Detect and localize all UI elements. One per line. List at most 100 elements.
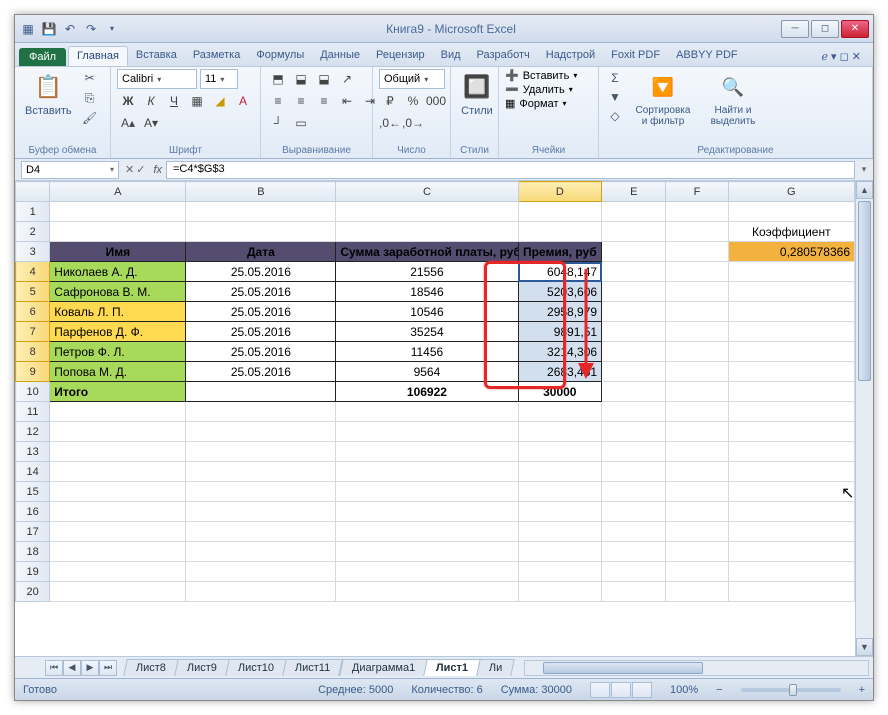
cell[interactable] — [186, 562, 336, 582]
formula-input[interactable]: =C4*$G$3 — [166, 161, 855, 179]
save-icon[interactable]: 💾 — [40, 20, 58, 38]
cell[interactable] — [336, 582, 518, 602]
cell[interactable] — [518, 222, 602, 242]
scroll-down-icon[interactable]: ▼ — [856, 638, 873, 656]
file-tab[interactable]: Файл — [19, 48, 66, 66]
autosum-icon[interactable]: Σ — [605, 69, 625, 87]
cell[interactable] — [602, 302, 666, 322]
cell[interactable] — [666, 502, 728, 522]
bold-button[interactable]: Ж — [117, 91, 139, 111]
cell[interactable] — [50, 522, 186, 542]
cell[interactable] — [518, 502, 602, 522]
cell[interactable] — [728, 482, 854, 502]
ribbon-tab-2[interactable]: Разметка — [185, 46, 249, 66]
cell[interactable] — [728, 402, 854, 422]
tab-nav-prev[interactable]: ◀ — [63, 660, 81, 676]
cell[interactable] — [518, 562, 602, 582]
row-header[interactable]: 12 — [16, 422, 50, 442]
maximize-button[interactable]: ◻ — [811, 20, 839, 38]
cell[interactable]: Премия, руб — [518, 242, 602, 262]
fill-color-button[interactable]: ◢ — [209, 91, 231, 111]
cell[interactable] — [50, 202, 186, 222]
cell[interactable]: 25.05.2016 — [186, 262, 336, 282]
row-header[interactable]: 4 — [16, 262, 50, 282]
cell[interactable]: Имя — [50, 242, 186, 262]
cell[interactable] — [666, 302, 728, 322]
zoom-level[interactable]: 100% — [670, 684, 698, 696]
spreadsheet-grid[interactable]: ABCDEFG12Коэффициент3ИмяДатаСумма зарабо… — [15, 181, 855, 602]
wrap-text-icon[interactable]: ┘ — [267, 113, 289, 133]
ribbon-tab-10[interactable]: ABBYY PDF — [668, 46, 746, 66]
cell[interactable]: Дата — [186, 242, 336, 262]
vertical-scrollbar[interactable]: ▲ ▼ — [855, 181, 873, 656]
cell[interactable] — [518, 422, 602, 442]
cell[interactable] — [518, 482, 602, 502]
cell[interactable]: Коэффициент — [728, 222, 854, 242]
row-header[interactable]: 1 — [16, 202, 50, 222]
row-header[interactable]: 9 — [16, 362, 50, 382]
tab-nav-first[interactable]: ⏮ — [45, 660, 63, 676]
tab-nav-last[interactable]: ⏭ — [99, 660, 117, 676]
align-left-icon[interactable]: ≡ — [267, 91, 289, 111]
cell[interactable] — [518, 202, 602, 222]
cell[interactable]: 35254 — [336, 322, 518, 342]
cell[interactable]: 2958,979 — [518, 302, 602, 322]
cell[interactable]: 25.05.2016 — [186, 322, 336, 342]
cell[interactable] — [666, 322, 728, 342]
cancel-formula-icon[interactable]: ✕ — [125, 163, 134, 176]
cell[interactable]: 9564 — [336, 362, 518, 382]
decrease-font-icon[interactable]: A▾ — [140, 113, 162, 133]
row-header[interactable]: 15 — [16, 482, 50, 502]
cell[interactable] — [666, 562, 728, 582]
cell[interactable]: 2683,451 — [518, 362, 602, 382]
row-header[interactable]: 16 — [16, 502, 50, 522]
cell[interactable] — [336, 202, 518, 222]
cell[interactable] — [336, 442, 518, 462]
cell[interactable]: 21556 — [336, 262, 518, 282]
sheet-tab[interactable]: Лист9 — [174, 659, 230, 676]
col-header[interactable]: C — [336, 182, 518, 202]
sheet-tab[interactable]: Лист11 — [282, 659, 343, 676]
ribbon-tab-3[interactable]: Формулы — [248, 46, 312, 66]
row-header[interactable]: 20 — [16, 582, 50, 602]
cell[interactable] — [50, 582, 186, 602]
italic-button[interactable]: К — [140, 91, 162, 111]
cell[interactable] — [728, 202, 854, 222]
cell[interactable] — [666, 242, 728, 262]
comma-icon[interactable]: 000 — [425, 91, 447, 111]
cell[interactable]: 11456 — [336, 342, 518, 362]
cell[interactable] — [728, 522, 854, 542]
cell[interactable]: Парфенов Д. Ф. — [50, 322, 186, 342]
row-header[interactable]: 18 — [16, 542, 50, 562]
cell[interactable] — [728, 282, 854, 302]
view-layout-icon[interactable] — [611, 682, 631, 698]
ribbon-tab-0[interactable]: Главная — [68, 46, 128, 66]
cell[interactable] — [186, 482, 336, 502]
cell[interactable] — [602, 582, 666, 602]
clear-icon[interactable]: ◇ — [605, 107, 625, 125]
scroll-thumb[interactable] — [858, 201, 871, 381]
cell[interactable] — [666, 542, 728, 562]
cell[interactable] — [728, 542, 854, 562]
cell[interactable] — [602, 402, 666, 422]
row-header[interactable]: 13 — [16, 442, 50, 462]
hscroll-thumb[interactable] — [543, 662, 703, 674]
cell[interactable] — [336, 482, 518, 502]
cell[interactable] — [336, 542, 518, 562]
cell[interactable] — [602, 482, 666, 502]
fill-icon[interactable]: ▼ — [605, 88, 625, 106]
cell[interactable] — [602, 222, 666, 242]
cell[interactable] — [728, 382, 854, 402]
cell[interactable]: 25.05.2016 — [186, 302, 336, 322]
undo-icon[interactable]: ↶ — [61, 20, 79, 38]
cell[interactable] — [50, 482, 186, 502]
cell[interactable] — [666, 482, 728, 502]
fx-icon[interactable]: fx — [149, 164, 166, 176]
cell[interactable] — [186, 202, 336, 222]
number-format-combo[interactable]: Общий▾ — [379, 69, 445, 89]
align-middle-icon[interactable]: ⬓ — [290, 69, 312, 89]
styles-button[interactable]: 🔲 Стили — [457, 69, 497, 119]
find-select-button[interactable]: 🔍 Найти и выделить — [701, 69, 765, 129]
cell[interactable]: 30000 — [518, 382, 602, 402]
cell[interactable] — [602, 262, 666, 282]
